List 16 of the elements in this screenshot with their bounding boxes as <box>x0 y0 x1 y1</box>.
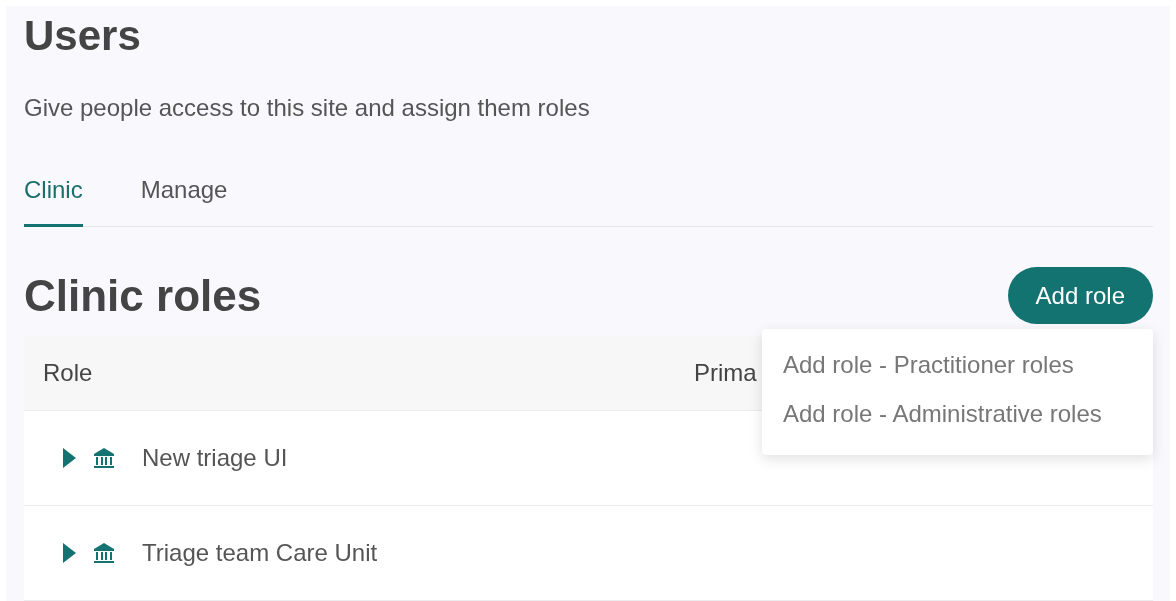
page-subtitle: Give people access to this site and assign them roles <box>24 94 591 122</box>
bank-icon <box>92 446 116 470</box>
column-header: Prima <box>694 359 757 387</box>
section-title: Clinic roles <box>24 270 262 321</box>
caret-icon[interactable] <box>62 448 76 468</box>
menu-item[interactable]: Add role - Administrative roles <box>762 392 1153 441</box>
tab[interactable]: Manage <box>140 176 228 227</box>
tab[interactable]: Clinic <box>24 176 83 227</box>
page-title: Users <box>24 14 142 58</box>
bank-icon <box>92 541 116 565</box>
caret-icon[interactable] <box>62 543 76 563</box>
menu-item[interactable]: Add role - Practitioner roles <box>762 343 1153 392</box>
add-role-button[interactable]: Add role <box>1007 267 1153 324</box>
role-name: Triage team Care Unit <box>142 539 378 567</box>
column-header: Role <box>42 359 93 387</box>
role-name: New triage UI <box>142 444 288 472</box>
